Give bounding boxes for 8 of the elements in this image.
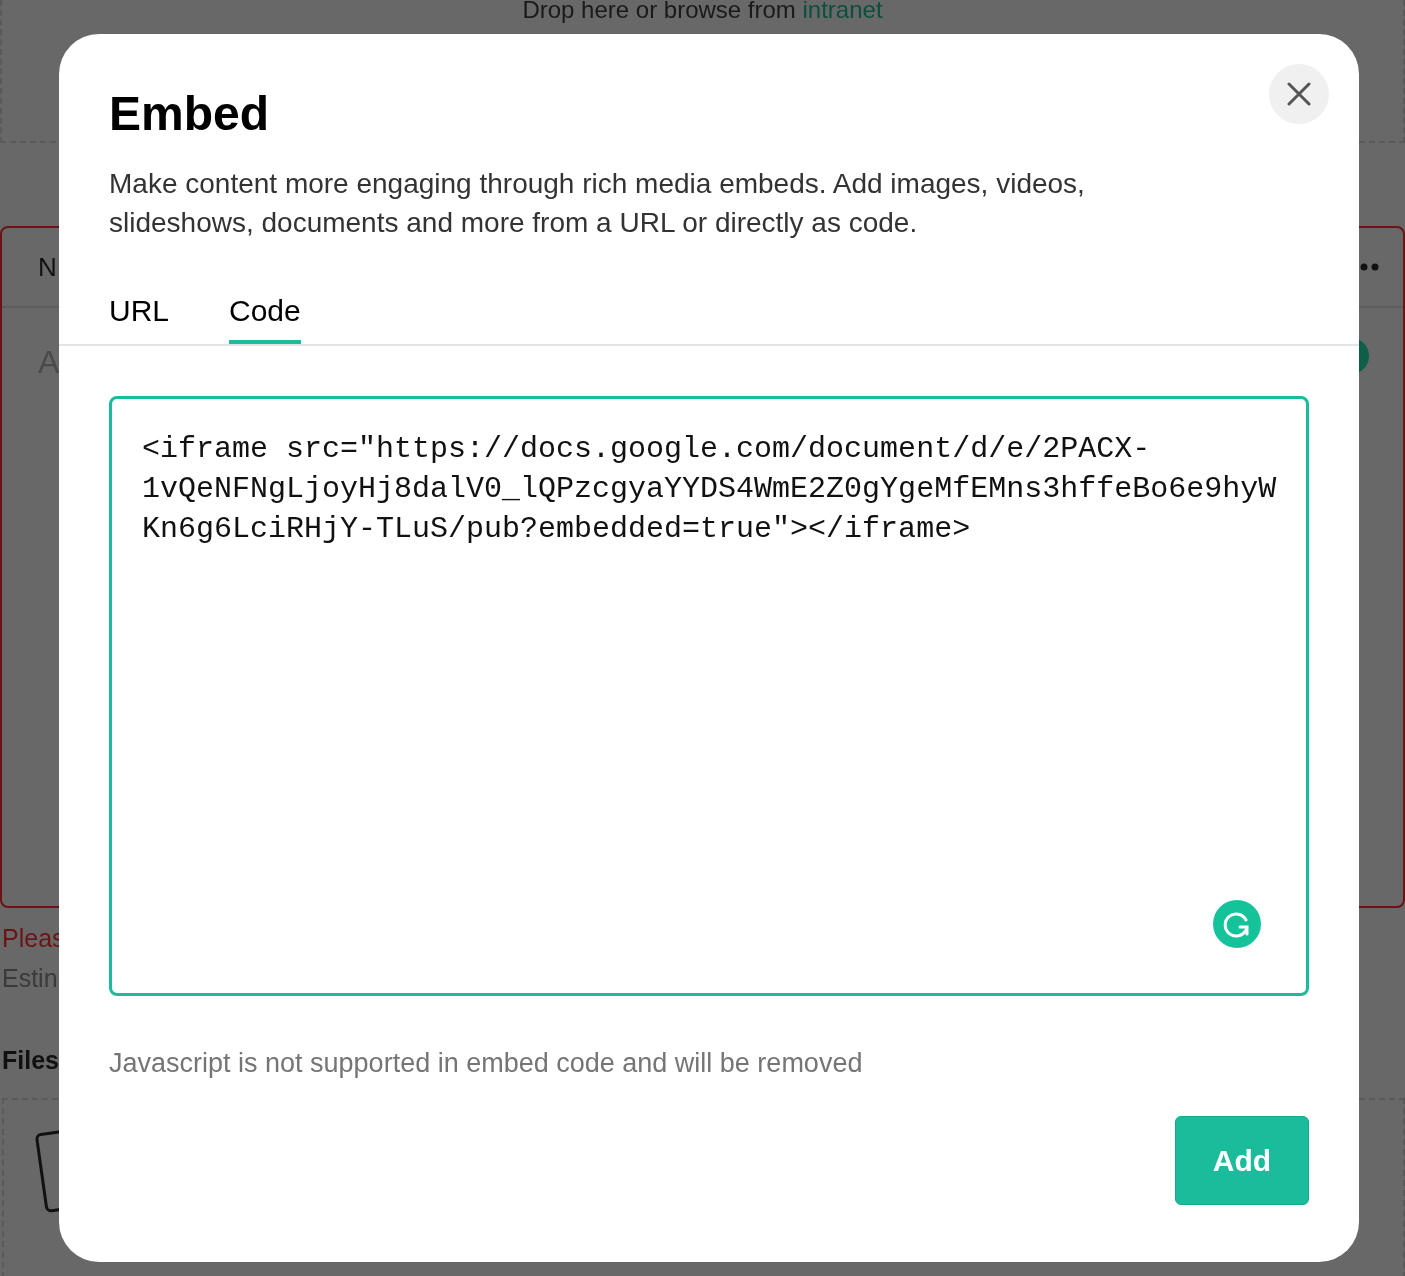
dialog-description: Make content more engaging through rich media embeds. Add images, videos, slideshows, documents and more from a URL or directly as code.	[109, 167, 1086, 240]
tab[interactable]: URL	[109, 280, 169, 344]
embed-code-field[interactable]: <iframe src="https://docs.google.com/document/d/e/2PACX-1vQeNFNgLjoyHj8dalV0_lQPzcgyaYYDS4WmE2Z0gYgeMfEMns3hffeBo6e9hyWKn6g6LciRHjY-TLuS/pub?embedded=true"></iframe>	[109, 396, 1309, 996]
hint-text: Javascript is not supported in embed code and will be removed	[109, 1047, 864, 1080]
close-icon	[1287, 82, 1311, 106]
files-heading: Files	[2, 1045, 59, 1076]
dialog-title: Embed	[109, 86, 270, 142]
card-header: N	[38, 250, 57, 284]
